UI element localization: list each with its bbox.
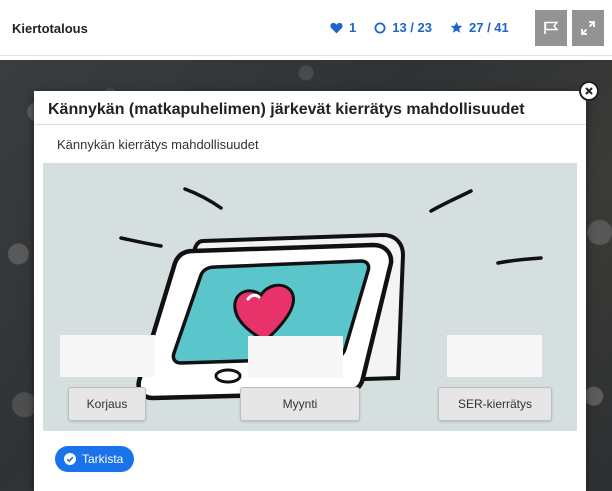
task-modal: Kännykän (matkapuhelimen) järkevät kierr… — [34, 91, 586, 491]
drop-zone-1[interactable] — [60, 335, 155, 377]
hearts-stat: 1 — [330, 20, 356, 35]
option-myynti[interactable]: Myynti — [240, 387, 360, 421]
drop-zone-2[interactable] — [248, 336, 343, 378]
hearts-count: 1 — [349, 20, 357, 35]
task-subtitle: Kännykän kierrätys mahdollisuudet — [57, 137, 259, 152]
close-icon — [585, 87, 593, 95]
flag-icon — [544, 21, 559, 34]
app-title: Kiertotalous — [12, 21, 88, 36]
stars-stat: 27 / 41 — [450, 20, 509, 35]
top-bar: Kiertotalous 1 13 / 23 27 / 41 — [0, 0, 612, 56]
check-circle-icon — [64, 453, 76, 465]
modal-divider — [34, 124, 586, 125]
expand-icon — [581, 21, 595, 35]
circle-icon — [374, 22, 386, 33]
drop-zone-3[interactable] — [447, 335, 542, 377]
option-ser-kierratys[interactable]: SER-kierrätys — [438, 387, 552, 421]
stats-bar: 1 13 / 23 27 / 41 — [330, 20, 509, 35]
heart-icon — [330, 22, 343, 33]
modal-title: Kännykän (matkapuhelimen) järkevät kierr… — [48, 101, 525, 118]
close-modal-button[interactable] — [579, 81, 599, 101]
check-button[interactable]: Tarkista — [55, 446, 135, 472]
check-button-label: Tarkista — [82, 452, 124, 466]
drag-drop-area: Korjaus Myynti SER-kierrätys — [43, 163, 577, 431]
option-korjaus[interactable]: Korjaus — [68, 387, 146, 421]
stars-count: 27 / 41 — [469, 20, 509, 35]
progress-stat: 13 / 23 — [374, 20, 432, 35]
progress-count: 13 / 23 — [392, 20, 432, 35]
star-icon — [450, 21, 463, 33]
expand-button[interactable] — [572, 10, 604, 46]
flag-button[interactable] — [535, 10, 567, 46]
